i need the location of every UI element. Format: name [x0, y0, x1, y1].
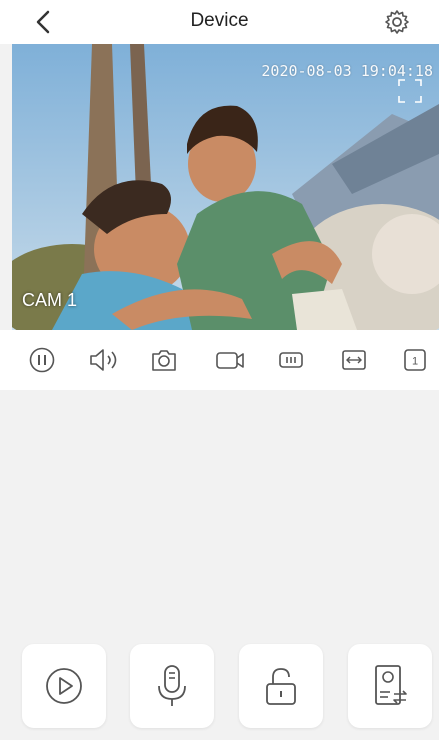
stretch-icon[interactable] — [340, 346, 368, 374]
page-title: Device — [190, 10, 249, 31]
play-circle-icon — [46, 668, 82, 704]
live-video-view[interactable]: 2020-08-03 19:04:18 CAM 1 — [12, 44, 439, 330]
header-bar: Device — [0, 0, 439, 44]
unlock-button[interactable] — [239, 644, 323, 728]
playback-controls-bar: 1 — [0, 330, 439, 390]
quality-icon[interactable] — [277, 346, 305, 374]
pause-icon[interactable] — [28, 346, 56, 374]
gear-icon[interactable] — [383, 8, 411, 36]
video-record-icon[interactable] — [214, 346, 246, 374]
unlock-icon — [266, 668, 296, 705]
camera-icon[interactable] — [150, 346, 178, 374]
talk-button[interactable] — [130, 644, 214, 728]
fullscreen-icon[interactable] — [397, 78, 423, 104]
camera-label: CAM 1 — [22, 290, 78, 310]
switch-device-icon — [375, 665, 407, 705]
switch-device-button[interactable] — [348, 644, 432, 728]
channel-icon[interactable]: 1 — [401, 346, 429, 374]
channel-number: 1 — [412, 356, 418, 368]
video-frame-image — [12, 44, 439, 330]
speaker-icon[interactable] — [88, 346, 122, 374]
microphone-icon — [158, 665, 186, 706]
playback-button[interactable] — [22, 644, 106, 728]
